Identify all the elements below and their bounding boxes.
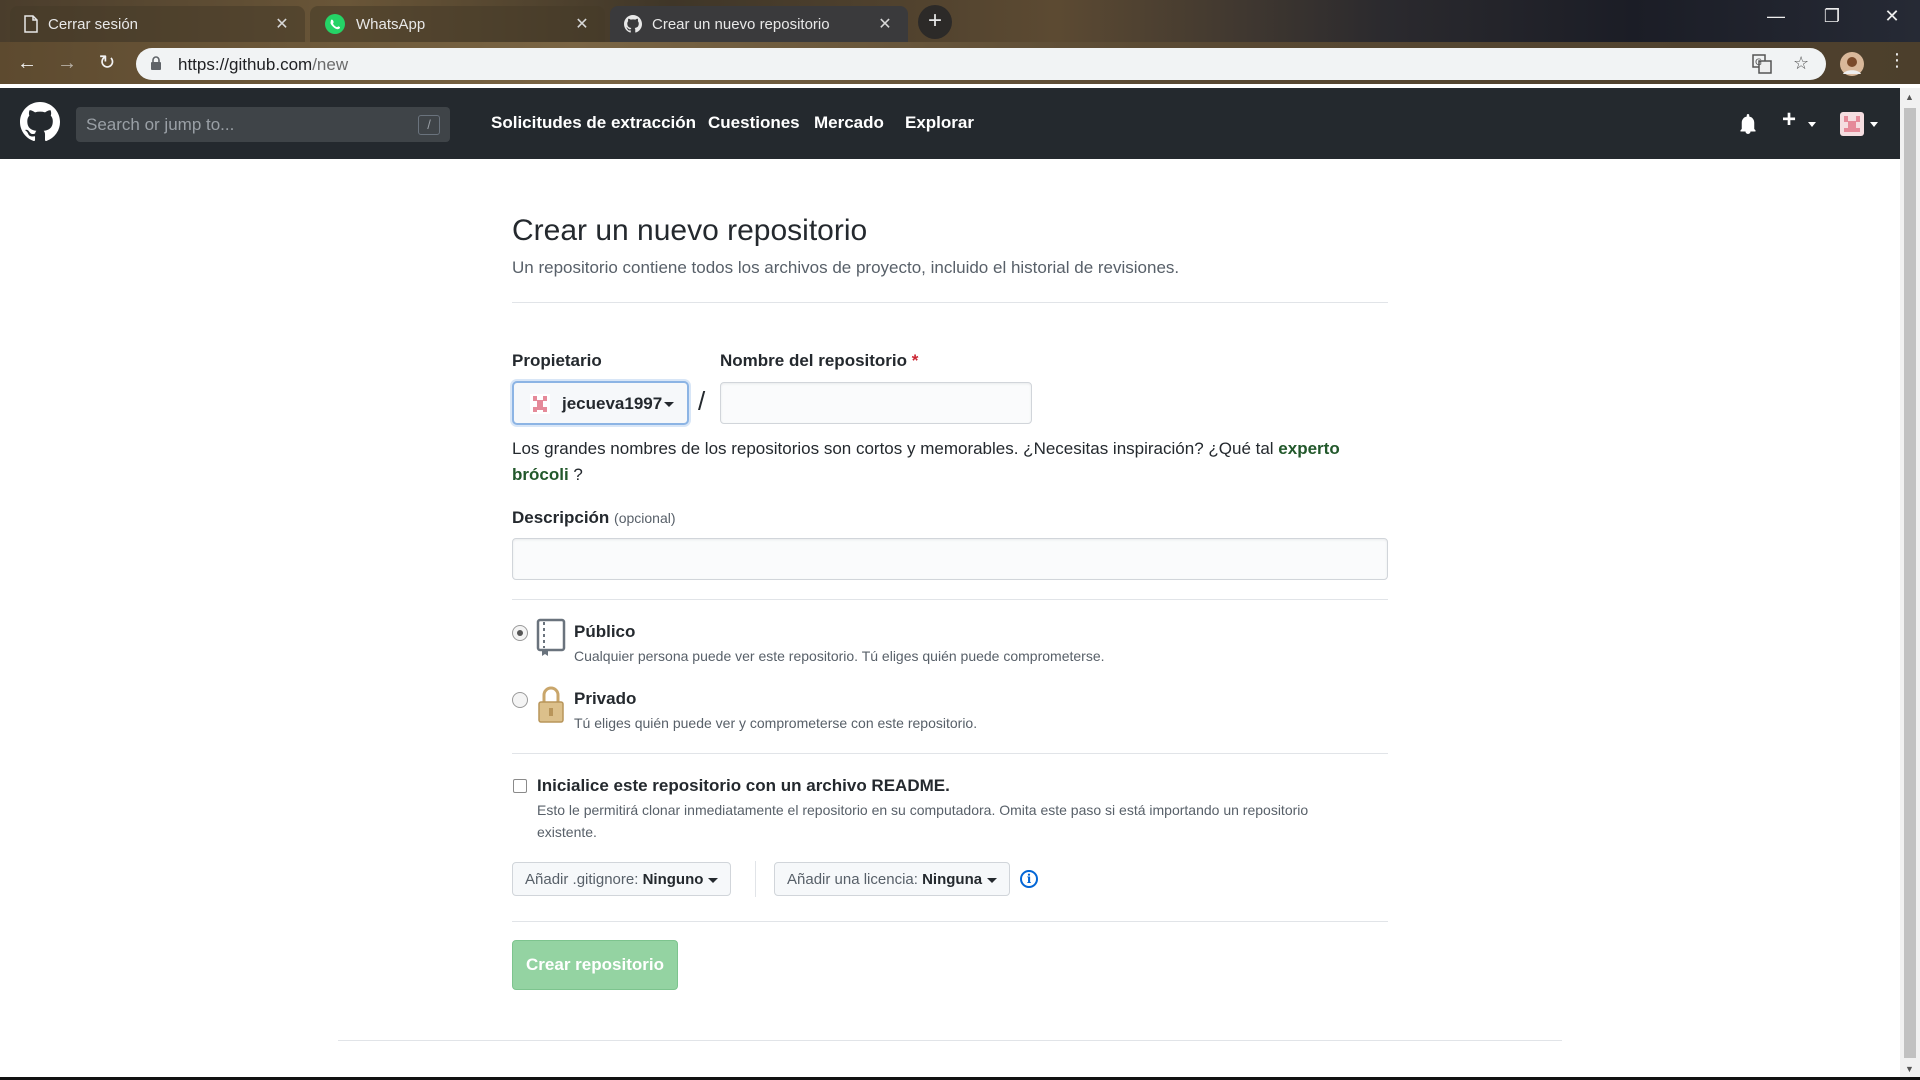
nav-pull-requests[interactable]: Solicitudes de extracción <box>491 113 696 133</box>
nav-marketplace[interactable]: Mercado <box>814 113 884 133</box>
description-input[interactable] <box>512 538 1388 580</box>
footer-divider <box>338 1040 1562 1041</box>
search-shortcut-key: / <box>418 115 440 135</box>
back-icon[interactable]: ← <box>14 51 40 77</box>
scrollbar-thumb[interactable] <box>1904 108 1916 1058</box>
search-input[interactable]: Search or jump to... / <box>76 107 450 142</box>
visibility-public-radio[interactable] <box>512 625 528 641</box>
url-path: /new <box>312 55 349 74</box>
owner-select-button[interactable]: jecueva1997 <box>512 381 689 425</box>
page-scrollbar[interactable]: ▲ ▼ <box>1900 88 1920 1080</box>
minimize-icon[interactable]: — <box>1756 6 1796 27</box>
tab-crear-repositorio[interactable]: Crear un nuevo repositorio ✕ <box>610 6 908 42</box>
info-icon[interactable]: i <box>1020 870 1038 888</box>
user-avatar-icon[interactable] <box>1840 112 1864 136</box>
create-repository-button[interactable]: Crear repositorio <box>512 940 678 990</box>
repo-name-label: Nombre del repositorio * <box>720 351 918 371</box>
scroll-down-icon[interactable]: ▼ <box>1905 1064 1914 1074</box>
close-tab-icon[interactable]: ✕ <box>273 14 291 34</box>
hint-end: ? <box>568 465 583 484</box>
optional-note: (opcional) <box>614 510 676 526</box>
url-host: https://github.com <box>178 55 313 74</box>
tab-title: WhatsApp <box>356 15 426 33</box>
suggestion-word-2: brócoli <box>512 465 569 484</box>
search-placeholder: Search or jump to... <box>86 115 235 134</box>
chevron-down-icon <box>664 402 674 407</box>
lock-icon <box>151 56 161 70</box>
divider <box>512 921 1388 922</box>
page-icon <box>24 15 38 33</box>
reload-icon[interactable]: ↻ <box>94 51 120 77</box>
divider <box>512 302 1388 303</box>
public-option-title: Público <box>574 622 636 641</box>
required-mark: * <box>911 351 919 370</box>
readme-option-desc-line2: existente. <box>537 824 597 840</box>
translate-icon[interactable]: G <box>1752 54 1772 74</box>
license-value: Ninguna <box>922 871 983 888</box>
nav-issues[interactable]: Cuestiones <box>708 113 800 133</box>
hint-text: Los grandes nombres de los repositorios … <box>512 439 1279 458</box>
github-logo-icon[interactable] <box>20 102 60 142</box>
svg-text:G: G <box>1755 58 1762 68</box>
forward-icon[interactable]: → <box>54 51 80 77</box>
gitignore-select-button[interactable]: Añadir .gitignore: Ninguno <box>512 862 732 896</box>
notifications-bell-icon[interactable] <box>1738 114 1758 134</box>
repo-name-input[interactable] <box>720 382 1032 424</box>
nav-explore[interactable]: Explorar <box>905 113 974 133</box>
whatsapp-icon <box>325 14 345 34</box>
public-option-desc: Cualquier persona puede ver este reposit… <box>574 648 1105 664</box>
github-icon <box>624 15 642 33</box>
chevron-down-icon <box>987 877 998 883</box>
new-tab-button[interactable]: + <box>918 5 952 39</box>
divider <box>512 599 1388 600</box>
close-window-icon[interactable]: ✕ <box>1872 6 1912 27</box>
page-subtitle: Un repositorio contiene todos los archiv… <box>512 258 1180 277</box>
private-option-desc: Tú eliges quién puede ver y comprometers… <box>574 715 978 731</box>
profile-avatar[interactable] <box>1840 52 1864 76</box>
owner-label: Propietario <box>512 351 602 370</box>
readme-option-desc-line1: Esto le permitirá clonar inmediatamente … <box>537 802 1309 818</box>
url-text: https://github.com/new <box>178 55 348 75</box>
bookmark-star-icon[interactable]: ☆ <box>1793 53 1809 74</box>
chevron-down-icon <box>708 877 719 883</box>
restore-icon[interactable]: ❐ <box>1812 6 1852 27</box>
divider <box>755 861 756 897</box>
visibility-private-radio[interactable] <box>512 692 528 708</box>
browser-menu-icon[interactable]: ⋮ <box>1888 50 1906 71</box>
address-bar[interactable]: https://github.com/new <box>136 48 1826 80</box>
lock-icon <box>538 686 564 723</box>
tab-title: Cerrar sesión <box>48 15 139 33</box>
owner-avatar-icon <box>530 394 550 414</box>
suggestion-word-1: experto <box>1278 439 1340 458</box>
scroll-up-icon[interactable]: ▲ <box>1905 92 1914 102</box>
repo-book-icon <box>536 618 566 656</box>
tab-cerrar-sesion[interactable]: Cerrar sesión ✕ <box>10 6 305 42</box>
init-readme-checkbox[interactable] <box>513 779 527 793</box>
owner-repo-separator: / <box>698 386 706 416</box>
tab-whatsapp[interactable]: WhatsApp ✕ <box>310 6 605 42</box>
chevron-down-icon <box>1808 122 1816 127</box>
close-tab-icon[interactable]: ✕ <box>573 14 591 34</box>
description-label: Descripción (opcional) <box>512 508 676 528</box>
tab-title: Crear un nuevo repositorio <box>652 15 830 33</box>
repo-name-hint: Los grandes nombres de los repositorios … <box>512 436 1392 488</box>
license-select-button[interactable]: Añadir una licencia: Ninguna <box>774 862 1011 896</box>
gitignore-value: Ninguno <box>642 871 704 888</box>
repo-name-label-text: Nombre del repositorio <box>720 351 908 370</box>
private-option-title: Privado <box>574 689 637 708</box>
page-title: Crear un nuevo repositorio <box>512 214 868 247</box>
divider <box>512 753 1388 754</box>
license-label: Añadir una licencia: <box>787 871 918 888</box>
github-header: Search or jump to... / Solicitudes de ex… <box>0 88 1900 159</box>
close-tab-icon[interactable]: ✕ <box>876 14 894 34</box>
readme-option-title: Inicialice este repositorio con un archi… <box>537 776 950 795</box>
gitignore-label: Añadir .gitignore: <box>525 871 639 888</box>
owner-name: jecueva1997 <box>562 394 663 413</box>
browser-tabstrip: Cerrar sesión ✕ WhatsApp ✕ Crear un nuev… <box>0 0 1920 42</box>
description-label-text: Descripción <box>512 508 610 527</box>
chevron-down-icon <box>1870 122 1878 127</box>
create-new-plus-icon[interactable]: + <box>1782 106 1796 134</box>
